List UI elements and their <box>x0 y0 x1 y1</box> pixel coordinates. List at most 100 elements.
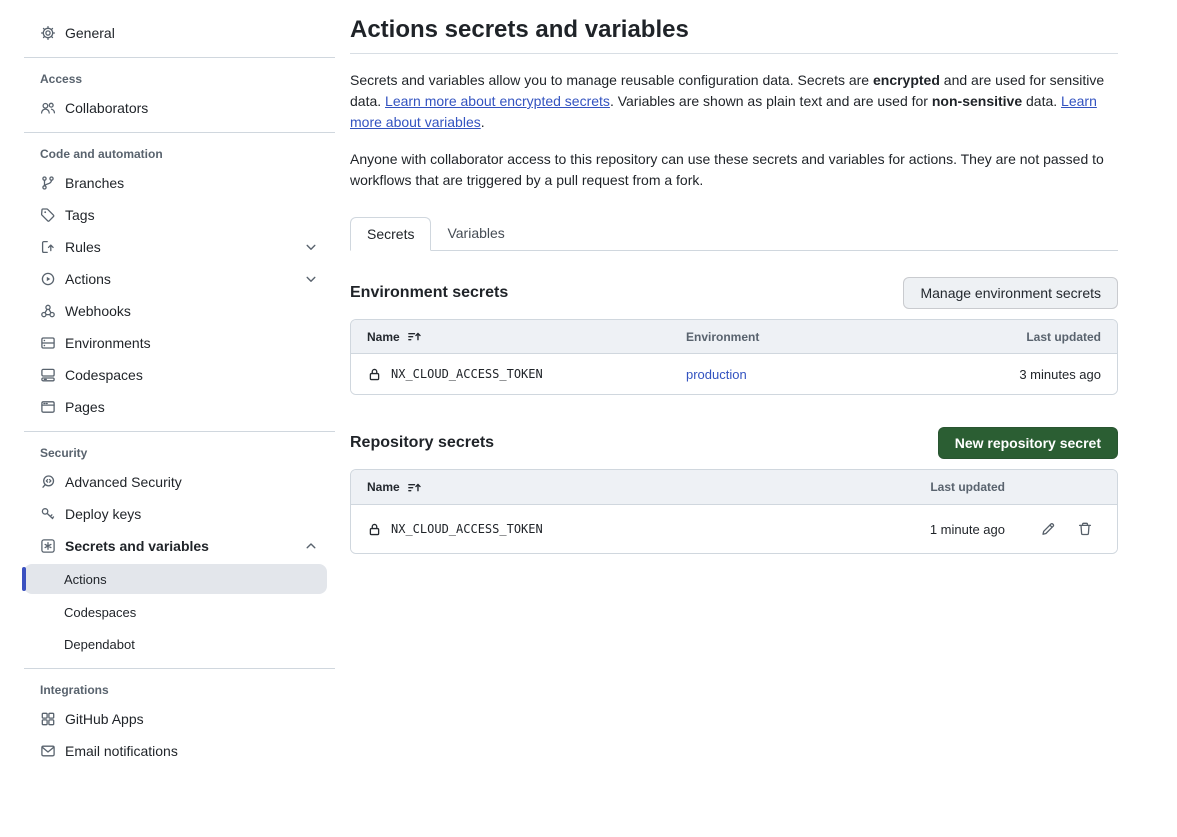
sidebar-item-secrets-and-variables[interactable]: Secrets and variables <box>0 530 335 562</box>
git-branch-icon <box>40 175 56 191</box>
chevron-up-icon <box>303 538 319 554</box>
intro-paragraph: Secrets and variables allow you to manag… <box>350 70 1118 133</box>
repository-secrets-table-header: Name Last updated <box>351 470 1117 505</box>
learn-more-encrypted-secrets-link[interactable]: Learn more about encrypted secrets <box>385 93 610 109</box>
sidebar-item-tags[interactable]: Tags <box>0 199 335 231</box>
sidebar-item-environments[interactable]: Environments <box>0 327 335 359</box>
sidebar-divider <box>24 431 335 432</box>
column-header-last-updated: Last updated <box>1026 330 1101 344</box>
environment-secrets-table: Name Environment Last updated NX_CLOUD_A… <box>350 319 1118 395</box>
intro-text: . Variables are shown as plain text and … <box>610 93 932 109</box>
sidebar-item-label: Webhooks <box>65 303 131 319</box>
asterisk-box-icon <box>40 538 56 554</box>
sidebar-item-deploy-keys[interactable]: Deploy keys <box>0 498 335 530</box>
sidebar-item-branches[interactable]: Branches <box>0 167 335 199</box>
sidebar-item-advanced-security[interactable]: Advanced Security <box>0 466 335 498</box>
sidebar-section-security: Security <box>0 440 335 466</box>
gear-icon <box>40 25 56 41</box>
sidebar-item-label: Advanced Security <box>65 474 182 490</box>
intro-text: . <box>481 114 485 130</box>
intro-bold-encrypted: encrypted <box>873 72 940 88</box>
environment-secrets-header: Environment secrets Manage environment s… <box>350 277 1118 309</box>
sidebar-item-collaborators[interactable]: Collaborators <box>0 92 335 124</box>
environment-secrets-table-header: Name Environment Last updated <box>351 320 1117 354</box>
sidebar-divider <box>24 132 335 133</box>
sidebar-item-actions[interactable]: Actions <box>0 263 335 295</box>
key-icon <box>40 506 56 522</box>
settings-sidebar: General Access Collaborators Code and au… <box>0 0 335 837</box>
edit-secret-button[interactable] <box>1040 521 1056 537</box>
rules-icon <box>40 239 56 255</box>
sidebar-item-label: Actions <box>65 271 111 287</box>
column-header-name[interactable]: Name <box>367 480 795 495</box>
collaborator-access-paragraph: Anyone with collaborator access to this … <box>350 149 1118 191</box>
intro-text: Secrets and variables allow you to manag… <box>350 72 873 88</box>
mail-icon <box>40 743 56 759</box>
sidebar-item-email-notifications[interactable]: Email notifications <box>0 735 335 767</box>
sidebar-item-pages[interactable]: Pages <box>0 391 335 423</box>
settings-page: General Access Collaborators Code and au… <box>0 0 1177 837</box>
new-repository-secret-button[interactable]: New repository secret <box>938 427 1118 459</box>
sidebar-divider <box>24 668 335 669</box>
sidebar-item-label: Pages <box>65 399 105 415</box>
sidebar-section-code-automation: Code and automation <box>0 141 335 167</box>
main-content: Actions secrets and variables Secrets an… <box>350 0 1118 837</box>
play-circle-icon <box>40 271 56 287</box>
sort-ascending-icon <box>407 480 422 495</box>
repository-secrets-heading: Repository secrets <box>350 434 494 452</box>
repository-secret-row: NX_CLOUD_ACCESS_TOKEN 1 minute ago <box>351 505 1117 553</box>
last-updated-value: 3 minutes ago <box>1019 367 1101 382</box>
environment-link-production[interactable]: production <box>686 367 891 382</box>
server-icon <box>40 335 56 351</box>
tag-icon <box>40 207 56 223</box>
sidebar-item-label: Branches <box>65 175 124 191</box>
secret-name-cell: NX_CLOUD_ACCESS_TOKEN <box>367 367 686 382</box>
column-header-environment: Environment <box>686 330 891 344</box>
environment-secrets-heading: Environment secrets <box>350 284 508 302</box>
sidebar-subitem-actions-active[interactable]: Actions <box>24 564 327 594</box>
secret-name: NX_CLOUD_ACCESS_TOKEN <box>391 522 543 536</box>
pencil-icon <box>1040 521 1056 537</box>
last-updated-value: 1 minute ago <box>930 522 1005 537</box>
lock-icon <box>367 522 382 537</box>
sidebar-subitem-label: Codespaces <box>64 605 136 620</box>
sidebar-item-webhooks[interactable]: Webhooks <box>0 295 335 327</box>
trash-icon <box>1077 521 1093 537</box>
apps-grid-icon <box>40 711 56 727</box>
sidebar-subitem-label: Actions <box>64 572 107 587</box>
sidebar-section-access: Access <box>0 66 335 92</box>
sort-ascending-icon <box>407 329 422 344</box>
sidebar-item-label: GitHub Apps <box>65 711 144 727</box>
intro-bold-non-sensitive: non-sensitive <box>932 93 1022 109</box>
sidebar-item-label: Secrets and variables <box>65 538 209 554</box>
column-label: Name <box>367 330 400 344</box>
sidebar-item-label: General <box>65 25 115 41</box>
sidebar-divider <box>24 57 335 58</box>
column-label: Name <box>367 480 400 494</box>
chevron-down-icon <box>303 271 319 287</box>
chevron-down-icon <box>303 239 319 255</box>
intro-text: data. <box>1022 93 1061 109</box>
manage-environment-secrets-button[interactable]: Manage environment secrets <box>903 277 1118 309</box>
repository-secrets-header: Repository secrets New repository secret <box>350 427 1118 459</box>
delete-secret-button[interactable] <box>1077 521 1093 537</box>
sidebar-item-codespaces[interactable]: Codespaces <box>0 359 335 391</box>
sidebar-item-label: Email notifications <box>65 743 178 759</box>
repository-secrets-table: Name Last updated NX_CLOUD_ACCESS_TOKEN <box>350 469 1118 554</box>
sidebar-item-github-apps[interactable]: GitHub Apps <box>0 703 335 735</box>
column-header-name[interactable]: Name <box>367 329 686 344</box>
sidebar-section-integrations: Integrations <box>0 677 335 703</box>
secrets-variables-tabnav: Secrets Variables <box>350 217 1118 251</box>
tab-secrets[interactable]: Secrets <box>350 217 431 251</box>
secret-name: NX_CLOUD_ACCESS_TOKEN <box>391 367 543 381</box>
sidebar-subitem-dependabot[interactable]: Dependabot <box>0 628 335 660</box>
sidebar-item-label: Collaborators <box>65 100 148 116</box>
browser-icon <box>40 399 56 415</box>
sidebar-item-general[interactable]: General <box>0 17 335 49</box>
sidebar-item-label: Environments <box>65 335 151 351</box>
codespaces-icon <box>40 367 56 383</box>
sidebar-item-rules[interactable]: Rules <box>0 231 335 263</box>
tab-variables[interactable]: Variables <box>431 217 520 250</box>
sidebar-subitem-label: Dependabot <box>64 637 135 652</box>
sidebar-subitem-codespaces[interactable]: Codespaces <box>0 596 335 628</box>
